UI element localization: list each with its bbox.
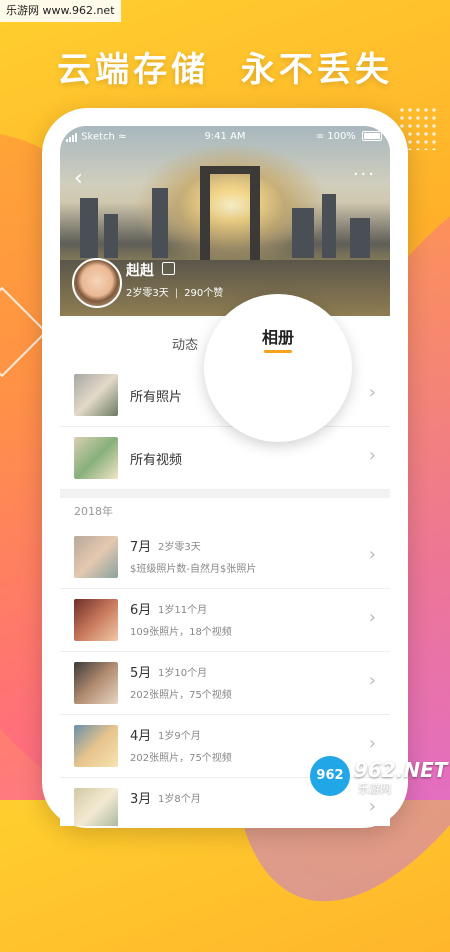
avatar[interactable] — [72, 258, 122, 308]
month-age: 1岁8个月 — [158, 794, 201, 805]
app-screen: Sketch ≈ 9:41 AM ∞ 100% ‹ ··· 赳赳 2岁零3天 | 2… — [60, 126, 390, 826]
site-watermark: 乐游网 www.962.net — [0, 0, 121, 22]
month-count: 109张照片，18个视频 — [130, 627, 232, 638]
month-label: 3月 — [130, 792, 152, 807]
list-item-label: 所有照片 — [130, 390, 183, 405]
month-thumbnail — [74, 788, 118, 826]
profile-name: 赳赳 — [126, 263, 154, 279]
tab-album[interactable]: 相册 — [204, 324, 352, 348]
month-age: 1岁9个月 — [158, 731, 201, 742]
site-logo-text: 962.NET — [354, 758, 448, 782]
cover-building — [322, 194, 336, 258]
bluetooth-icon: ∞ — [315, 131, 325, 142]
chevron-right-icon: › — [368, 607, 376, 628]
month-row[interactable]: 7月 2岁零3天 $班级照片数-自然月$张照片 › — [60, 526, 390, 589]
site-logo-watermark: 962 962.NET 乐游网 — [310, 756, 448, 796]
year-header: 2018年 — [74, 505, 113, 518]
list-item-label: 所有视频 — [130, 453, 183, 468]
chevron-right-icon: › — [368, 670, 376, 691]
site-logo-subtext: 乐游网 — [358, 782, 391, 795]
site-logo-icon: 962 — [310, 756, 350, 796]
battery-label: 100% — [327, 131, 356, 142]
month-count: 202张照片，75个视频 — [130, 690, 232, 701]
month-age: 2岁零3天 — [158, 542, 201, 553]
month-age: 1岁11个月 — [158, 605, 208, 616]
chevron-right-icon: › — [368, 445, 376, 466]
headline-part-1: 云端存储 — [57, 50, 210, 90]
month-thumbnail — [74, 662, 118, 704]
album-tab-magnifier[interactable]: 相册 — [204, 294, 352, 442]
chevron-right-icon: › — [368, 733, 376, 754]
profile-count: 290个赞 — [184, 288, 224, 299]
battery-icon — [362, 131, 382, 141]
cover-building — [350, 218, 370, 258]
cover-building — [152, 188, 168, 258]
cover-building — [292, 208, 314, 258]
month-age: 1岁10个月 — [158, 668, 208, 679]
edit-icon[interactable] — [162, 262, 175, 275]
more-options-icon[interactable]: ··· — [353, 164, 376, 185]
month-row[interactable]: 5月 1岁10个月 202张照片，75个视频 › — [60, 652, 390, 715]
section-divider — [60, 490, 390, 498]
month-row[interactable]: 6月 1岁11个月 109张照片，18个视频 › — [60, 589, 390, 652]
month-label: 5月 — [130, 666, 152, 681]
month-count: $班级照片数-自然月$张照片 — [130, 564, 257, 575]
month-thumbnail — [74, 725, 118, 767]
album-thumbnail — [74, 437, 118, 479]
phone-frame: Sketch ≈ 9:41 AM ∞ 100% ‹ ··· 赳赳 2岁零3天 | 2… — [42, 108, 408, 828]
chevron-right-icon: › — [368, 544, 376, 565]
chevron-right-icon: › — [368, 796, 376, 817]
promo-headline: 云端存储 永不丢失 — [0, 42, 450, 91]
cover-building — [80, 198, 98, 258]
month-label: 7月 — [130, 540, 152, 555]
month-label: 6月 — [130, 603, 152, 618]
active-tab-indicator — [264, 350, 292, 353]
cover-photo: Sketch ≈ 9:41 AM ∞ 100% ‹ ··· 赳赳 2岁零3天 | 2… — [60, 126, 390, 316]
list-item-all-videos[interactable]: 所有视频 › — [60, 427, 390, 490]
profile-meta: 2岁零3天 | 290个赞 — [126, 288, 224, 299]
album-thumbnail — [74, 374, 118, 416]
profile-age: 2岁零3天 — [126, 288, 169, 299]
headline-part-2: 永不丢失 — [240, 50, 393, 90]
month-thumbnail — [74, 599, 118, 641]
chevron-right-icon: › — [368, 382, 376, 403]
month-label: 4月 — [130, 729, 152, 744]
tab-activity[interactable]: 动态 — [172, 334, 198, 353]
month-thumbnail — [74, 536, 118, 578]
status-right: ∞ 100% — [316, 131, 382, 142]
month-count: 202张照片，75个视频 — [130, 753, 232, 764]
cover-building — [104, 214, 118, 258]
back-chevron-icon[interactable]: ‹ — [74, 166, 83, 191]
status-bar: Sketch ≈ 9:41 AM ∞ 100% — [60, 126, 390, 148]
